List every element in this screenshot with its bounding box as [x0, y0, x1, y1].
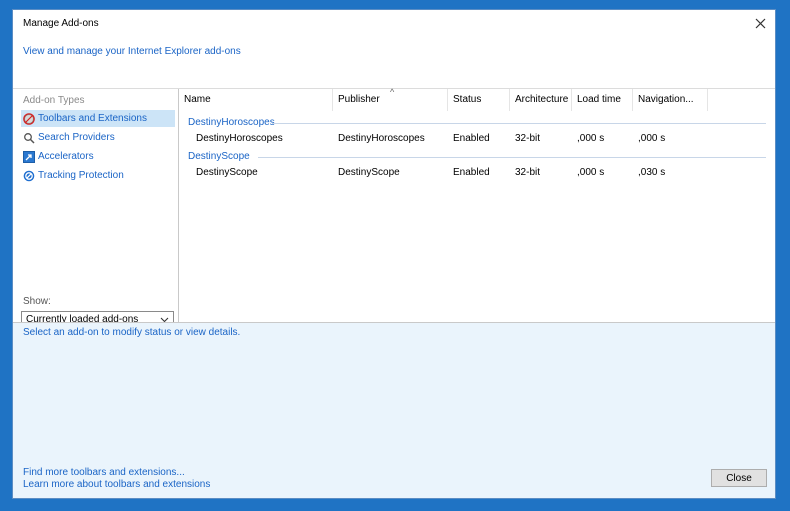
type-label: Toolbars and Extensions: [38, 113, 147, 124]
cell-load-time: ,000 s: [577, 167, 605, 178]
close-button-label: Close: [726, 472, 752, 484]
cell-architecture: 32-bit: [515, 133, 541, 144]
window-title: Manage Add-ons: [23, 18, 99, 29]
column-header-architecture[interactable]: Architecture: [510, 89, 572, 111]
view-manage-link[interactable]: View and manage your Internet Explorer a…: [23, 46, 241, 57]
column-header-status[interactable]: Status: [448, 89, 510, 111]
search-icon: [23, 132, 35, 144]
details-pane: Select an add-on to modify status or vie…: [13, 323, 775, 463]
cell-load-time: ,000 s: [577, 133, 605, 144]
type-search-providers[interactable]: Search Providers: [21, 129, 175, 146]
find-more-link[interactable]: Find more toolbars and extensions...: [23, 467, 185, 478]
addon-types-label: Add-on Types: [23, 95, 85, 106]
close-button[interactable]: Close: [711, 469, 767, 487]
type-label: Tracking Protection: [38, 170, 124, 181]
cell-status: Enabled: [453, 133, 490, 144]
cell-navigation: ,030 s: [638, 167, 666, 178]
group-header: DestinyScope: [188, 151, 250, 162]
column-header-navigation[interactable]: Navigation...: [633, 89, 708, 111]
block-icon: [23, 170, 35, 182]
group-header: DestinyHoroscopes: [188, 117, 275, 128]
window-close-button[interactable]: [749, 13, 771, 35]
type-tracking-protection[interactable]: Tracking Protection: [21, 167, 175, 184]
toolbar-gear-icon: [23, 112, 35, 125]
column-header-load-time[interactable]: Load time: [572, 89, 633, 111]
group-divider: [272, 123, 766, 124]
addons-list: Name Publisher ^ Status Architecture Loa…: [179, 87, 775, 322]
title-bar: Manage Add-ons: [13, 10, 775, 38]
cell-name: DestinyScope: [196, 167, 258, 178]
footer: Find more toolbars and extensions... Lea…: [13, 463, 775, 498]
type-label: Search Providers: [38, 132, 115, 143]
details-hint: Select an add-on to modify status or vie…: [23, 327, 241, 338]
cell-status: Enabled: [453, 167, 490, 178]
manage-addons-dialog: risk.com Manage Add-ons View and manage …: [12, 9, 776, 499]
addon-types-panel: Add-on Types Toolbars and Extensions Sea…: [13, 89, 178, 328]
cell-publisher: DestinyHoroscopes: [338, 133, 425, 144]
cell-publisher: DestinyScope: [338, 167, 400, 178]
cell-architecture: 32-bit: [515, 167, 541, 178]
type-label: Accelerators: [38, 151, 94, 162]
column-header-name[interactable]: Name: [179, 89, 333, 111]
type-accelerators[interactable]: Accelerators: [21, 148, 175, 165]
show-label: Show:: [23, 296, 51, 307]
learn-more-link[interactable]: Learn more about toolbars and extensions: [23, 479, 210, 490]
group-divider: [258, 157, 766, 158]
cell-navigation: ,000 s: [638, 133, 666, 144]
type-toolbars-extensions[interactable]: Toolbars and Extensions: [21, 110, 175, 127]
accelerator-icon: [23, 150, 35, 163]
close-icon: [755, 18, 765, 29]
cell-name: DestinyHoroscopes: [196, 133, 283, 144]
sort-up-icon: ^: [390, 87, 395, 97]
